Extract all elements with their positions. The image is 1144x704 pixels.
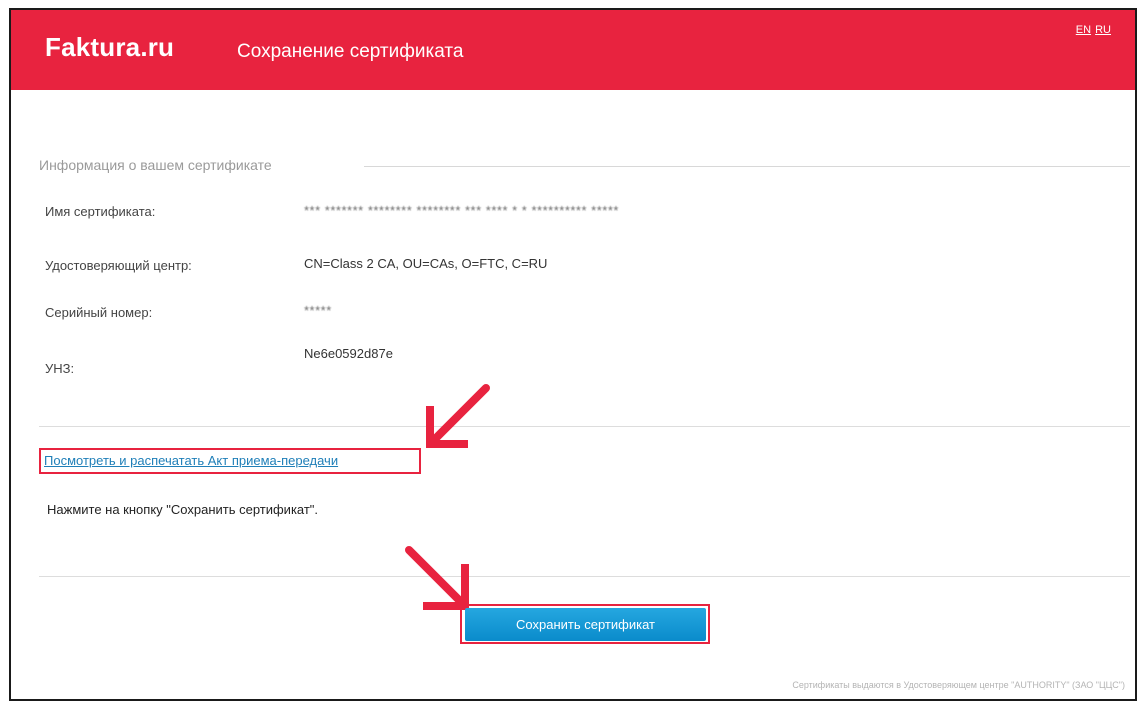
footer-note: Сертификаты выдаются в Удостоверяющем це… xyxy=(792,680,1125,690)
serial-number-value: ***** xyxy=(304,303,332,318)
issuer-label: Удостоверяющий центр: xyxy=(45,258,192,273)
page-title: Сохранение сертификата xyxy=(237,41,464,62)
save-instruction: Нажмите на кнопку "Сохранить сертификат"… xyxy=(47,502,319,517)
unz-label: УНЗ: xyxy=(45,361,75,376)
unz-value: Ne6e0592d87e xyxy=(304,346,393,361)
certificate-name-value: *** ******* ******** ******** *** **** *… xyxy=(304,203,619,218)
language-switcher: EN RU xyxy=(1075,24,1111,36)
serial-number-label: Серийный номер: xyxy=(45,305,153,320)
save-certificate-button[interactable]: Сохранить сертификат xyxy=(465,608,706,641)
page-frame: Faktura.ru Сохранение сертификата EN RU … xyxy=(9,8,1137,701)
lang-ru-link[interactable]: RU xyxy=(1095,24,1111,36)
view-act-link[interactable]: Посмотреть и распечатать Акт приема-пере… xyxy=(44,453,338,468)
certificate-info-legend: Информация о вашем сертификате xyxy=(39,157,272,173)
section-divider xyxy=(39,426,1130,427)
header-bar: Faktura.ru Сохранение сертификата EN RU xyxy=(11,10,1135,90)
annotation-arrow-icon xyxy=(426,384,490,448)
issuer-value: CN=Class 2 CA, OU=CAs, O=FTC, C=RU xyxy=(304,256,548,271)
lang-en-link[interactable]: EN xyxy=(1076,24,1091,36)
legend-divider xyxy=(364,166,1130,167)
brand-logo[interactable]: Faktura.ru xyxy=(45,32,174,63)
certificate-name-label: Имя сертификата: xyxy=(45,204,156,219)
bottom-divider xyxy=(39,576,1130,577)
